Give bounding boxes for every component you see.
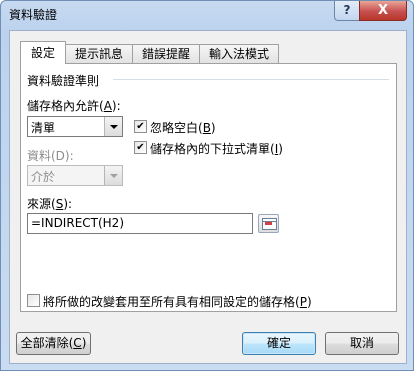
apply-to-all-label: 將所做的改變套用至所有具有相同設定的儲存格(P)	[43, 295, 312, 309]
allow-dropdown[interactable]: 清單	[27, 116, 123, 137]
data-label: 資料(D):	[27, 149, 74, 163]
source-input-value: =INDIRECT(H2)	[31, 216, 124, 230]
tab-input-message[interactable]: 提示訊息	[65, 44, 133, 63]
title-bar[interactable]: 資料驗證 ? X	[1, 1, 413, 27]
data-dropdown[interactable]: 介於	[27, 165, 123, 186]
help-button[interactable]: ?	[334, 1, 360, 21]
range-select-icon-highlight	[265, 222, 272, 225]
source-label: 來源(S):	[27, 197, 73, 211]
tab-settings[interactable]: 設定	[20, 41, 66, 64]
in-cell-dropdown-label: 儲存格內的下拉式清單(I)	[150, 142, 283, 156]
chevron-down-icon[interactable]	[104, 117, 122, 136]
ok-button[interactable]: 確定	[242, 332, 316, 355]
apply-to-all-checkbox[interactable]	[27, 294, 40, 307]
allow-label: 儲存格內允許(A):	[27, 99, 121, 113]
validation-criteria-group-label: 資料驗證準則	[27, 74, 100, 88]
group-divider	[113, 79, 389, 80]
data-dropdown-value: 介於	[31, 170, 56, 184]
chevron-down-icon[interactable]	[104, 166, 122, 185]
range-select-button[interactable]	[258, 214, 279, 233]
allow-dropdown-value: 清單	[31, 121, 56, 135]
cancel-button[interactable]: 取消	[325, 332, 399, 355]
settings-panel: 資料驗證準則 儲存格內允許(A): 清單 ✔ 忽略空白(B) ✔ 儲存格內的下拉…	[20, 63, 397, 312]
source-input[interactable]: =INDIRECT(H2)	[27, 213, 253, 234]
clear-all-button[interactable]: 全部清除(C)	[16, 332, 91, 355]
data-validation-dialog: 資料驗證 ? X 設定 提示訊息 錯誤提醒 輸入法模式 資料驗證準則 儲存格內允…	[0, 0, 414, 371]
close-button[interactable]: X	[359, 1, 407, 21]
tab-ime-mode[interactable]: 輸入法模式	[199, 44, 279, 63]
dialog-client-area: 設定 提示訊息 錯誤提醒 輸入法模式 資料驗證準則 儲存格內允許(A): 清單 …	[9, 30, 407, 364]
tab-error-alert[interactable]: 錯誤提醒	[132, 44, 200, 63]
ignore-blank-label: 忽略空白(B)	[150, 121, 216, 135]
in-cell-dropdown-checkbox[interactable]: ✔	[134, 141, 147, 154]
ignore-blank-checkbox[interactable]: ✔	[134, 120, 147, 133]
window-title: 資料驗證	[9, 8, 58, 22]
